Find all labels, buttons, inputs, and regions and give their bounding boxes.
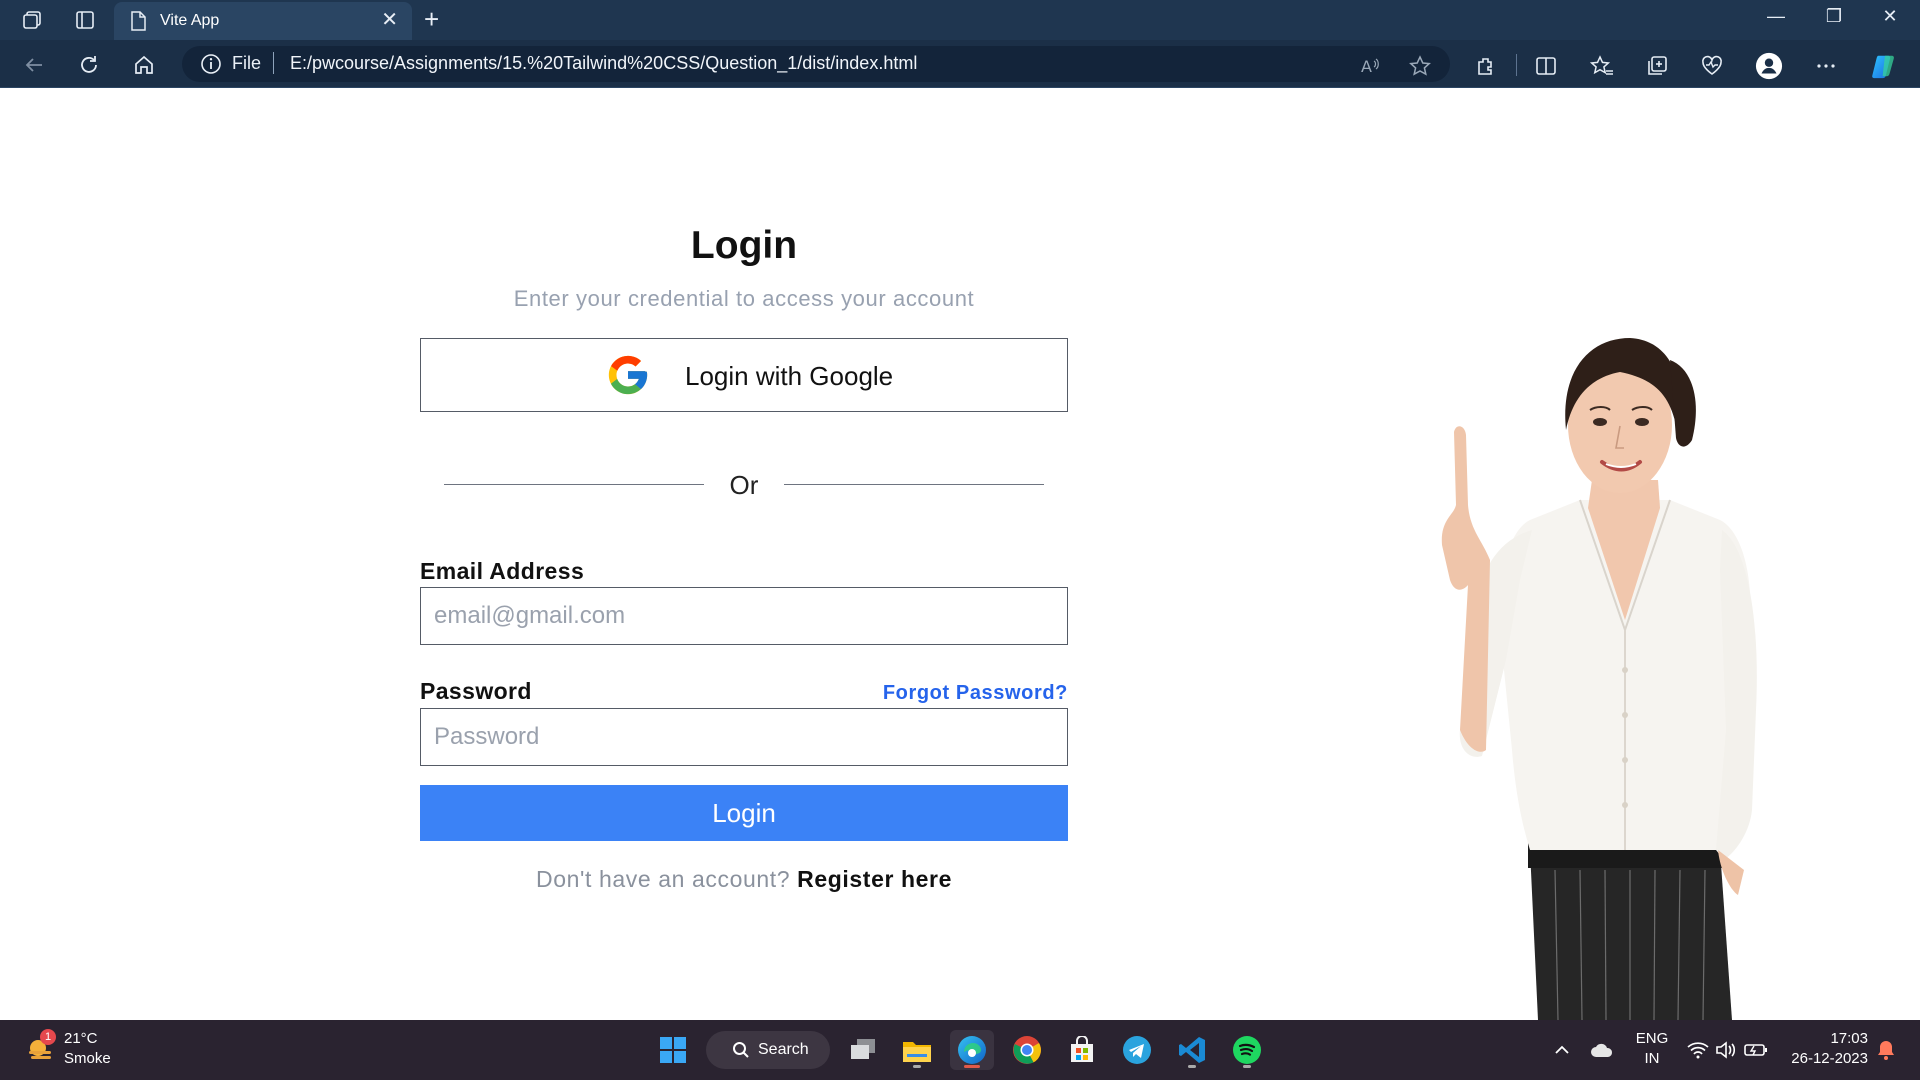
password-label: Password	[420, 678, 532, 704]
onedrive-icon[interactable]	[1580, 1030, 1624, 1070]
email-label: Email Address	[420, 558, 585, 584]
register-row: Don't have an account? Register here	[420, 866, 1068, 893]
search-label: Search	[758, 1041, 809, 1058]
google-button-label: Login with Google	[685, 361, 894, 391]
restore-button[interactable]: ❐	[1814, 6, 1854, 27]
language-label[interactable]: ENG	[1632, 1030, 1672, 1047]
document-icon	[130, 11, 146, 36]
taskbar-search[interactable]: Search	[706, 1031, 830, 1069]
search-icon	[732, 1041, 750, 1064]
register-link[interactable]: Register here	[797, 866, 952, 892]
spotify-icon[interactable]	[1225, 1030, 1269, 1070]
register-prompt: Don't have an account?	[536, 866, 791, 892]
tab-actions-icon[interactable]	[72, 8, 98, 32]
url-text[interactable]: E:/pwcourse/Assignments/15.%20Tailwind%2…	[290, 53, 917, 74]
file-explorer-icon[interactable]	[895, 1030, 939, 1070]
clock-date[interactable]: 26-12-2023	[1782, 1050, 1868, 1067]
running-indicator	[1243, 1065, 1251, 1068]
or-text: Or	[729, 470, 759, 500]
notification-bell-icon[interactable]	[1864, 1030, 1908, 1070]
url-separator	[273, 52, 274, 74]
login-with-google-button[interactable]: Login with Google	[420, 338, 1068, 412]
microsoft-store-icon[interactable]	[1060, 1030, 1104, 1070]
woman-pointing-illustration	[1420, 330, 1820, 1025]
or-divider: Or	[420, 468, 1068, 502]
new-tab-button[interactable]: +	[424, 6, 439, 32]
running-indicator	[1188, 1065, 1196, 1068]
toolbar-divider	[1516, 54, 1517, 76]
browser-tab-bar: Vite App ✕ + — ❐ ✕	[0, 0, 1920, 40]
battery-icon[interactable]	[1734, 1030, 1778, 1070]
task-view-icon[interactable]	[841, 1030, 885, 1070]
telegram-icon[interactable]	[1115, 1030, 1159, 1070]
favorite-star-icon[interactable]	[1406, 52, 1434, 80]
split-screen-icon[interactable]	[1532, 52, 1560, 80]
read-aloud-icon[interactable]: A	[1356, 52, 1384, 80]
extensions-icon[interactable]	[1472, 52, 1500, 80]
minimize-button[interactable]: —	[1756, 6, 1796, 27]
page-subtitle: Enter your credential to access your acc…	[513, 286, 975, 311]
forgot-password-link[interactable]: Forgot Password?	[883, 682, 1068, 705]
url-scheme-label: File	[232, 53, 262, 73]
login-button[interactable]: Login	[420, 785, 1068, 841]
back-icon[interactable]	[20, 51, 48, 79]
collections-icon[interactable]	[1643, 52, 1671, 80]
more-icon[interactable]	[1812, 52, 1840, 80]
browser-essentials-icon[interactable]	[1698, 52, 1726, 80]
close-window-button[interactable]: ✕	[1870, 6, 1910, 27]
region-label[interactable]: IN	[1632, 1050, 1672, 1067]
windows-start-icon[interactable]	[651, 1030, 695, 1070]
google-icon	[605, 352, 651, 403]
weather-badge: 1	[40, 1029, 56, 1045]
password-field[interactable]	[420, 708, 1068, 766]
clock-time[interactable]: 17:03	[1782, 1030, 1868, 1047]
email-field[interactable]	[420, 587, 1068, 645]
weather-description[interactable]: Smoke	[64, 1050, 111, 1067]
profile-icon[interactable]	[1755, 52, 1783, 80]
svg-text:A: A	[1361, 57, 1372, 76]
edge-icon[interactable]	[950, 1030, 994, 1070]
copilot-icon[interactable]	[1870, 52, 1898, 80]
active-indicator	[964, 1065, 980, 1068]
chrome-icon[interactable]	[1005, 1030, 1049, 1070]
divider-line-right	[784, 484, 1044, 485]
running-indicator	[913, 1065, 921, 1068]
info-icon[interactable]	[200, 53, 222, 80]
refresh-icon[interactable]	[75, 51, 103, 79]
chevron-up-icon[interactable]	[1540, 1030, 1584, 1070]
close-tab-icon[interactable]: ✕	[381, 10, 398, 30]
weather-temperature[interactable]: 21°C	[64, 1030, 98, 1047]
workspaces-icon[interactable]	[20, 8, 46, 32]
tab-title: Vite App	[160, 12, 220, 29]
page-title: Login	[690, 224, 798, 267]
vscode-icon[interactable]	[1170, 1030, 1214, 1070]
favorites-icon[interactable]	[1588, 52, 1616, 80]
browser-tab[interactable]: Vite App ✕	[114, 2, 412, 40]
home-icon[interactable]	[130, 51, 158, 79]
